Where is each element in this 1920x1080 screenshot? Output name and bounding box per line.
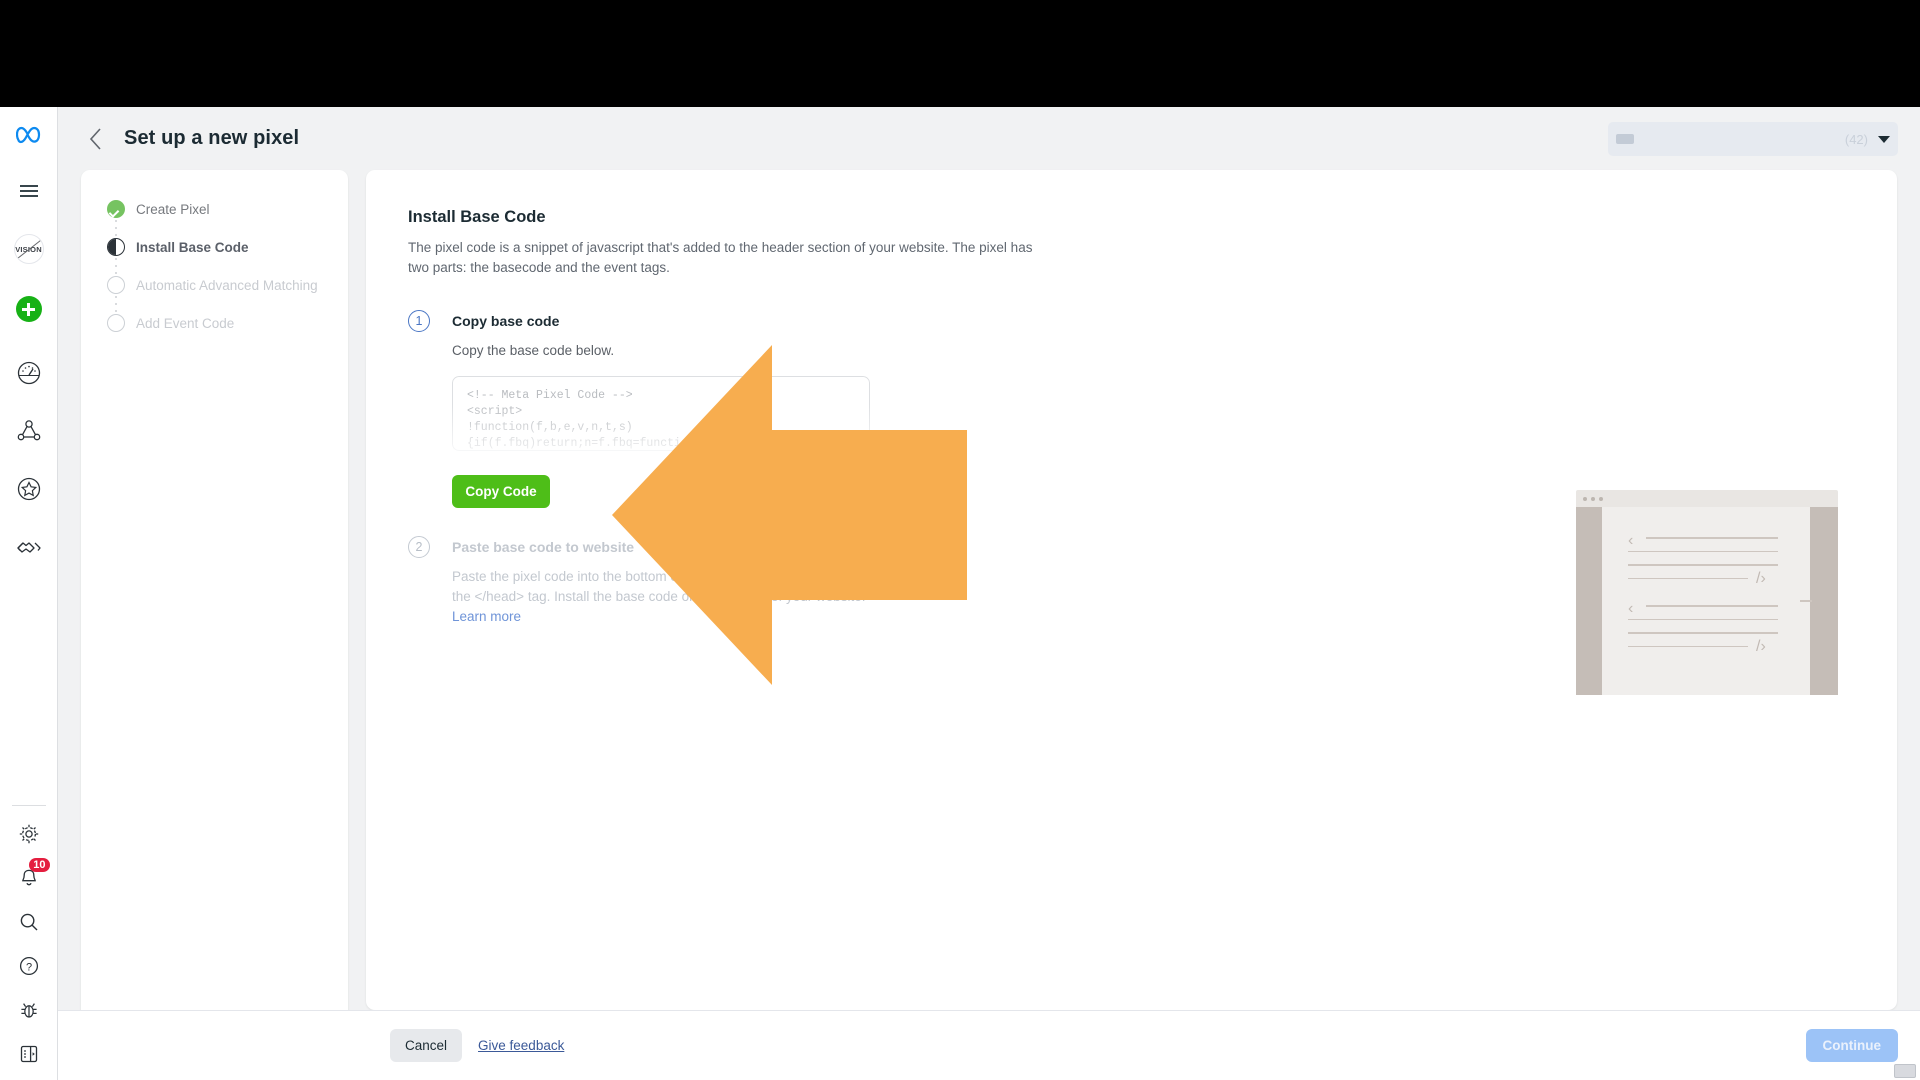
substep-1-heading: Copy base code	[452, 313, 560, 329]
step-connector	[115, 220, 117, 236]
angle-bracket-close-icon: /›	[1756, 570, 1766, 587]
mockup-tick	[1800, 600, 1812, 602]
step-label: Create Pixel	[136, 201, 210, 217]
mockup-code-group-2: ‹ /›	[1628, 601, 1778, 659]
step-item-install-base-code[interactable]: Install Base Code	[107, 236, 348, 258]
handshake-icon[interactable]	[9, 527, 49, 567]
base-code-snippet[interactable]: <!-- Meta Pixel Code --> <script> !funct…	[452, 376, 870, 451]
bell-icon[interactable]: 10	[9, 858, 50, 898]
mockup-body: ‹ /› ‹ /›	[1576, 507, 1838, 695]
step-label: Install Base Code	[136, 239, 249, 255]
step-label: Add Event Code	[136, 315, 235, 331]
substep-2-number: 2	[408, 536, 430, 558]
cancel-button[interactable]: Cancel	[390, 1029, 463, 1062]
page-header: Set up a new pixel (42)	[58, 107, 1920, 170]
continue-button: Continue	[1805, 1029, 1898, 1062]
mockup-code-group-1: ‹ /›	[1628, 533, 1778, 591]
bug-icon[interactable]	[9, 990, 49, 1030]
chevron-left-icon[interactable]	[82, 125, 110, 153]
section-description: The pixel code is a snippet of javascrip…	[408, 240, 1033, 275]
help-circle-icon[interactable]: ?	[9, 946, 49, 986]
scroll-nub[interactable]	[1894, 1064, 1916, 1078]
gauge-icon[interactable]	[9, 353, 49, 393]
section-title: Install Base Code	[408, 208, 546, 226]
graph-network-icon[interactable]	[9, 411, 49, 451]
collapse-panel-icon[interactable]	[9, 1034, 49, 1074]
main-content-card: Install Base Code The pixel code is a sn…	[366, 170, 1897, 1010]
angle-bracket-open-icon: ‹	[1628, 600, 1634, 617]
notification-badge: 10	[29, 858, 50, 872]
create-plus-icon[interactable]	[9, 289, 49, 329]
page-title: Set up a new pixel	[124, 127, 300, 149]
hamburger-menu-icon[interactable]	[9, 171, 49, 211]
angle-bracket-close-icon: /›	[1756, 638, 1766, 655]
half-circle-icon	[107, 238, 125, 256]
step-connector	[115, 258, 117, 274]
search-icon[interactable]	[9, 902, 49, 942]
svg-text:?: ?	[25, 961, 31, 973]
body-area: Create Pixel Install Base Code Automatic…	[58, 170, 1920, 1070]
mockup-left-column	[1576, 507, 1602, 695]
substep-1-number: 1	[408, 310, 430, 332]
top-black-band	[0, 0, 1920, 107]
step-connector	[115, 296, 117, 312]
ad-account-select[interactable]: (42)	[1608, 122, 1898, 156]
empty-circle-icon	[107, 314, 125, 332]
mockup-titlebar	[1576, 490, 1838, 507]
mockup-right-column	[1810, 507, 1838, 695]
setup-steps-card: Create Pixel Install Base Code Automatic…	[81, 170, 348, 1070]
learn-more-link[interactable]: Learn more	[452, 609, 521, 624]
meta-logo-icon[interactable]	[9, 115, 49, 155]
ad-account-count: (42)	[1844, 131, 1868, 147]
wizard-footer: Cancel Give feedback Continue	[58, 1010, 1920, 1080]
substep-2-sub: Paste the pixel code into the bottom of …	[452, 567, 872, 627]
empty-circle-icon	[107, 276, 125, 294]
rail-divider	[11, 805, 46, 806]
star-badge-icon[interactable]	[9, 469, 49, 509]
ad-account-thumb-icon	[1616, 134, 1634, 144]
give-feedback-link[interactable]: Give feedback	[478, 1038, 564, 1053]
substep-1: 1 Copy base code Copy the base code belo…	[408, 310, 1897, 508]
screen-root: VISION	[0, 0, 1920, 1080]
copy-code-button[interactable]: Copy Code	[452, 475, 550, 508]
mockup-page: ‹ /› ‹ /›	[1602, 507, 1812, 695]
substep-2-sub-text: Paste the pixel code into the bottom of …	[452, 569, 866, 604]
chevron-down-icon[interactable]	[1878, 135, 1890, 143]
website-code-mockup: ‹ /› ‹ /›	[1576, 490, 1838, 695]
gear-icon[interactable]	[9, 814, 49, 854]
step-item-automatic-advanced-matching[interactable]: Automatic Advanced Matching	[107, 274, 348, 296]
ad-account-value-wrap	[1616, 134, 1845, 144]
left-icon-rail: VISION	[0, 107, 58, 1080]
step-item-create-pixel[interactable]: Create Pixel	[107, 198, 348, 220]
substep-1-sub: Copy the base code below.	[452, 343, 615, 358]
check-circle-icon	[107, 200, 125, 218]
vision-avatar[interactable]: VISION	[9, 229, 49, 269]
step-item-add-event-code[interactable]: Add Event Code	[107, 312, 348, 334]
step-label: Automatic Advanced Matching	[136, 277, 318, 293]
angle-bracket-open-icon: ‹	[1628, 532, 1634, 549]
